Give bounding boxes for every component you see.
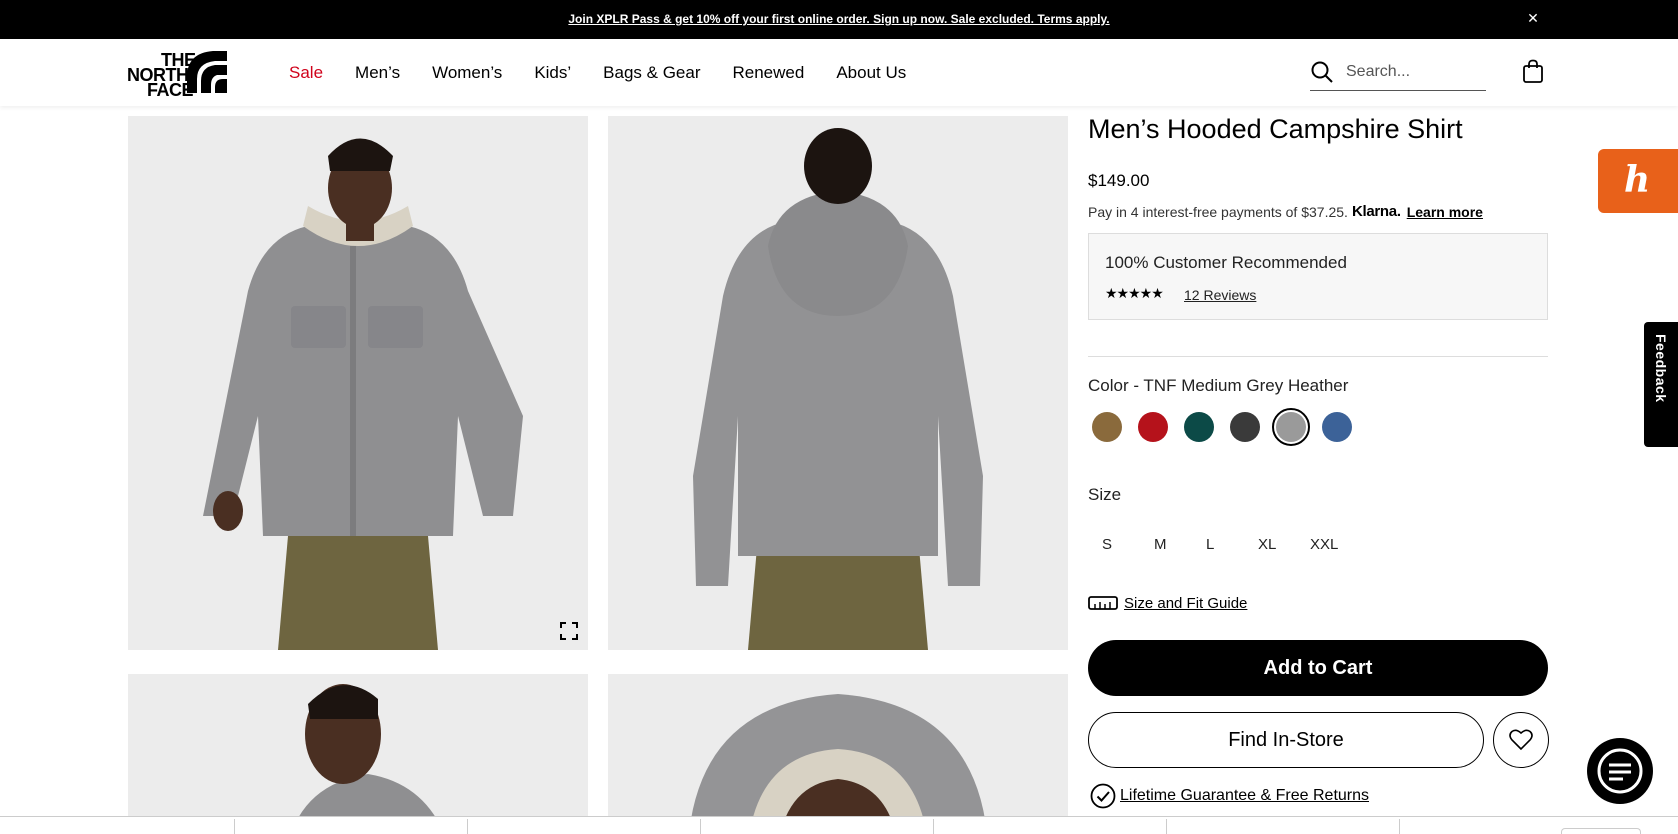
divider xyxy=(1088,356,1548,357)
klarna-message: Pay in 4 interest-free payments of $37.2… xyxy=(1088,203,1483,220)
size-option-s[interactable]: S xyxy=(1088,530,1140,560)
search-icon[interactable] xyxy=(1310,60,1334,84)
find-in-store-button[interactable]: Find In-Store xyxy=(1088,712,1484,768)
nav-bags-gear[interactable]: Bags & Gear xyxy=(603,63,700,83)
size-options: S M L XL XXL xyxy=(1088,530,1348,560)
search-input[interactable] xyxy=(1346,61,1482,83)
wishlist-button[interactable] xyxy=(1493,712,1549,768)
promo-link[interactable]: Join XPLR Pass & get 10% off your first … xyxy=(0,12,1678,26)
color-swatch-tnf-medium-grey-heather[interactable] xyxy=(1272,408,1310,446)
color-swatch-brown[interactable] xyxy=(1088,408,1126,446)
bottom-tab-strip xyxy=(0,816,1678,834)
recommended-text: 100% Customer Recommended xyxy=(1105,253,1347,272)
ruler-icon xyxy=(1088,596,1118,610)
strip-divider xyxy=(1166,819,1167,834)
feedback-label: Feedback xyxy=(1653,334,1669,403)
nav-womens[interactable]: Women’s xyxy=(432,63,502,83)
promo-bar: Join XPLR Pass & get 10% off your first … xyxy=(0,0,1678,39)
heart-icon xyxy=(1509,729,1533,751)
nav-about-us[interactable]: About Us xyxy=(836,63,906,83)
strip-divider xyxy=(467,819,468,834)
nav-mens[interactable]: Men’s xyxy=(355,63,400,83)
size-guide-text[interactable]: Size and Fit Guide xyxy=(1124,595,1247,612)
color-swatch-dot xyxy=(1184,412,1214,442)
honey-icon: h xyxy=(1624,159,1651,201)
klarna-logo: Klarna. xyxy=(1351,203,1401,220)
color-swatch-dark-grey[interactable] xyxy=(1226,408,1264,446)
check-circle-icon xyxy=(1090,783,1116,809)
strip-divider xyxy=(933,819,934,834)
logo-dome-icon xyxy=(187,51,227,93)
color-swatch-red[interactable] xyxy=(1134,408,1172,446)
color-label: Color - TNF Medium Grey Heather xyxy=(1088,376,1349,395)
size-guide-link[interactable]: Size and Fit Guide xyxy=(1088,594,1247,612)
strip-divider xyxy=(1399,819,1400,834)
strip-tab[interactable] xyxy=(1561,828,1641,834)
nav-renewed[interactable]: Renewed xyxy=(733,63,805,83)
side-view-illustration xyxy=(128,674,588,834)
color-swatch-dark-teal[interactable] xyxy=(1180,408,1218,446)
front-view-illustration xyxy=(128,116,588,650)
color-swatch-dot xyxy=(1138,412,1168,442)
klarna-text: Pay in 4 interest-free payments of $37.2… xyxy=(1088,203,1348,220)
reviews-link[interactable]: 12 Reviews xyxy=(1184,287,1256,303)
color-swatches xyxy=(1088,408,1364,446)
search-box xyxy=(1310,57,1486,91)
add-to-cart-button[interactable]: Add to Cart xyxy=(1088,640,1548,696)
size-option-xl[interactable]: XL xyxy=(1244,530,1296,560)
guarantee-link[interactable]: Lifetime Guarantee & Free Returns xyxy=(1090,783,1369,809)
size-option-m[interactable]: M xyxy=(1140,530,1192,560)
product-image-back[interactable] xyxy=(608,116,1068,650)
size-label: Size xyxy=(1088,485,1122,504)
back-view-illustration xyxy=(608,116,1068,650)
close-icon[interactable]: ✕ xyxy=(1524,9,1542,27)
product-image-front[interactable] xyxy=(128,116,588,650)
klarna-learn-more-link[interactable]: Learn more xyxy=(1407,204,1483,220)
color-swatch-dot xyxy=(1276,412,1306,442)
nav-kids[interactable]: Kids’ xyxy=(534,63,571,83)
product-price: $149.00 xyxy=(1088,171,1150,190)
expand-icon[interactable] xyxy=(560,622,578,640)
strip-divider xyxy=(234,819,235,834)
main-nav: Sale Men’s Women’s Kids’ Bags & Gear Ren… xyxy=(289,63,938,83)
chat-icon xyxy=(1597,748,1643,794)
recommendation-box: 100% Customer Recommended ★★★★★ 12 Revie… xyxy=(1088,233,1548,320)
guarantee-text[interactable]: Lifetime Guarantee & Free Returns xyxy=(1120,787,1369,805)
strip-divider xyxy=(700,819,701,834)
product-title: Men’s Hooded Campshire Shirt xyxy=(1088,114,1463,144)
size-option-l[interactable]: L xyxy=(1192,530,1244,560)
honey-extension-button[interactable]: h xyxy=(1598,149,1678,213)
color-swatch-dot xyxy=(1322,412,1352,442)
hood-view-illustration xyxy=(608,674,1068,834)
color-swatch-blue[interactable] xyxy=(1318,408,1356,446)
color-swatch-dot xyxy=(1092,412,1122,442)
star-rating-icon: ★★★★★ xyxy=(1105,285,1164,301)
nav-sale[interactable]: Sale xyxy=(289,63,323,83)
color-swatch-dot xyxy=(1230,412,1260,442)
shopping-bag-icon[interactable] xyxy=(1522,59,1544,83)
product-image-side[interactable] xyxy=(128,674,588,834)
brand-logo[interactable]: THE NORTH FACE xyxy=(127,47,227,99)
size-option-xxl[interactable]: XXL xyxy=(1296,530,1348,560)
site-header: THE NORTH FACE Sale Men’s Women’s Kids’ … xyxy=(0,39,1678,106)
chat-button[interactable] xyxy=(1587,738,1653,804)
product-image-hood[interactable] xyxy=(608,674,1068,834)
feedback-tab[interactable]: Feedback xyxy=(1644,322,1678,447)
